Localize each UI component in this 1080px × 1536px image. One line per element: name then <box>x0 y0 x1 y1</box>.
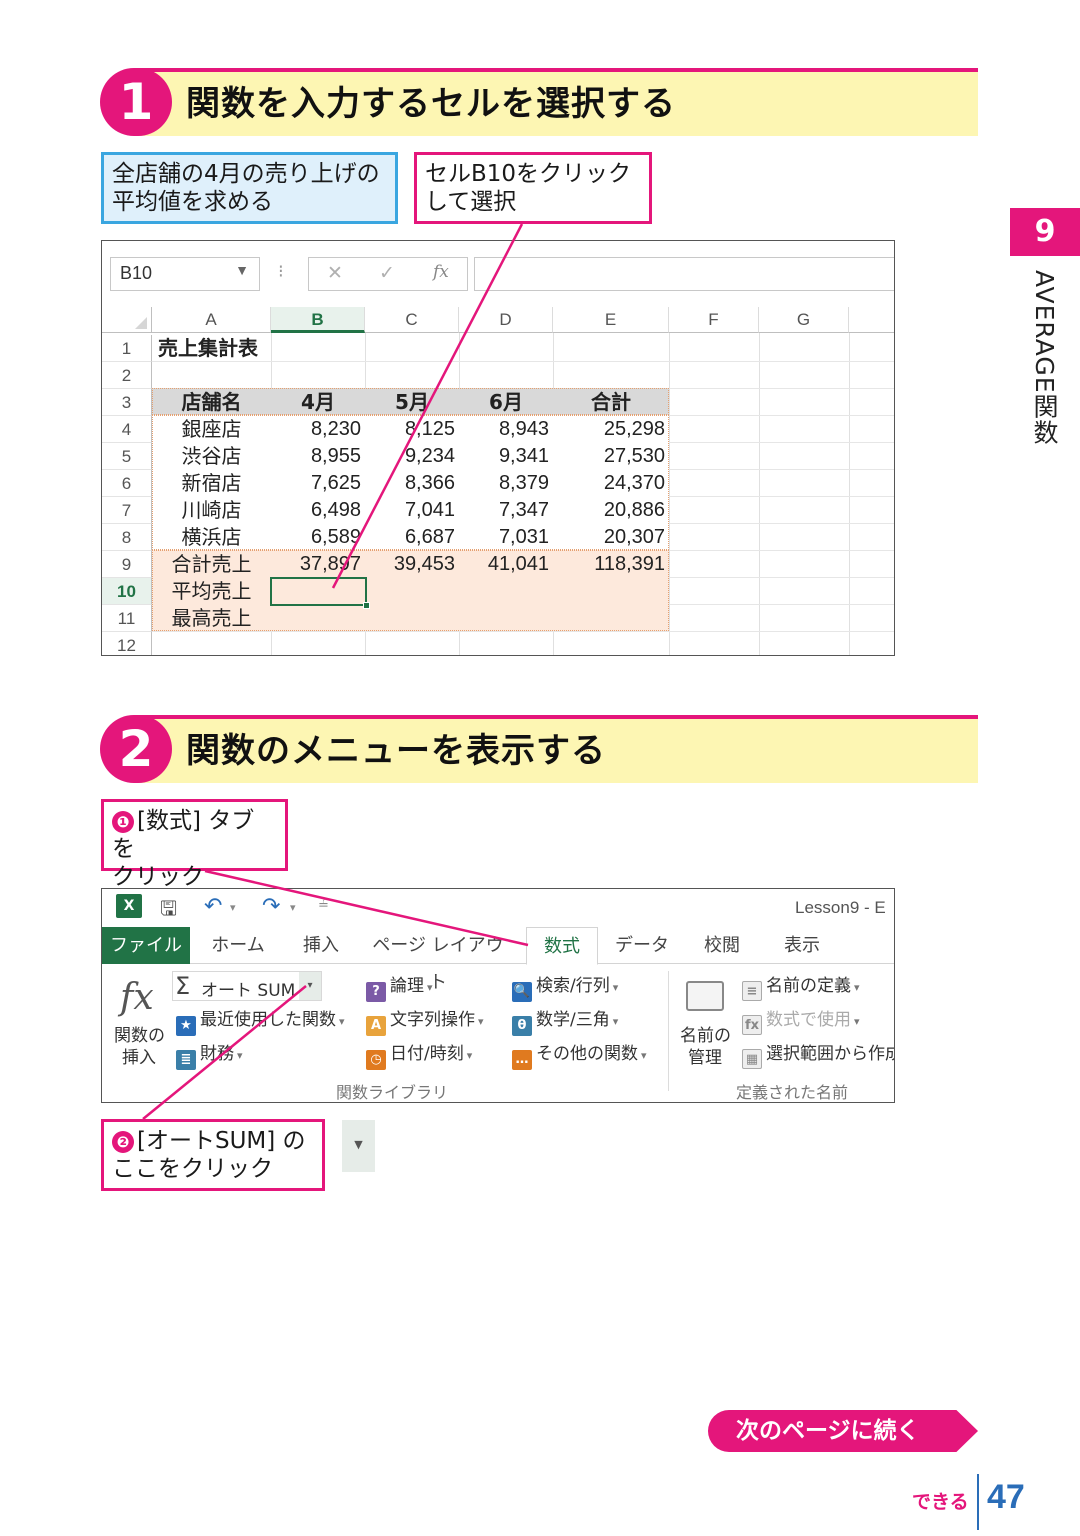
leader-line <box>204 869 529 947</box>
leader-lines <box>142 223 529 1120</box>
page-number-divider <box>977 1474 979 1530</box>
page-number: 47 <box>987 1478 1025 1516</box>
continue-banner: 次のページに続く <box>708 1410 978 1452</box>
leader-line <box>331 223 524 589</box>
leader-line <box>142 985 307 1120</box>
brand-logo: できる <box>912 1491 969 1513</box>
